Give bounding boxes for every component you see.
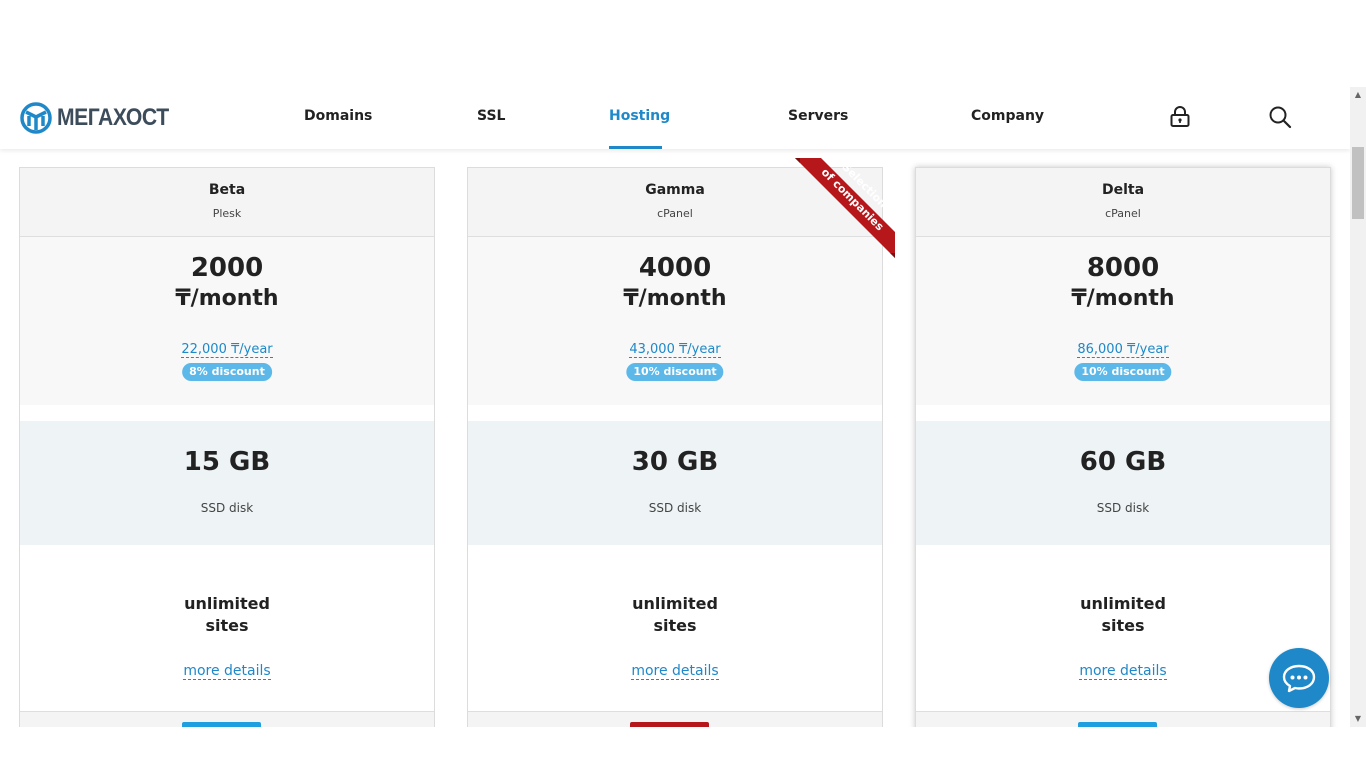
- plan-footer: [916, 711, 1330, 727]
- sites-line-1: unlimited: [632, 594, 718, 613]
- order-button[interactable]: [630, 722, 709, 727]
- logo[interactable]: МЕГАХОСТ: [20, 101, 184, 135]
- plan-card-delta: Delta cPanel 8000 ₸/month 86,000 ₸/year …: [915, 167, 1331, 727]
- plan-price: 2000: [190, 253, 264, 283]
- plan-period: ₸/month: [623, 286, 727, 311]
- discount-badge: 10% discount: [626, 363, 724, 381]
- disk-block: 30 GB SSD disk: [468, 421, 882, 545]
- disk-block: 60 GB SSD disk: [916, 421, 1330, 545]
- discount-badge: 8% discount: [182, 363, 272, 381]
- sites-line-1: unlimited: [1080, 594, 1166, 613]
- nav-hosting[interactable]: Hosting: [609, 108, 670, 124]
- sites-info: unlimited sites: [916, 593, 1330, 637]
- scroll-up-arrow-icon[interactable]: ▲: [1350, 87, 1366, 103]
- price-block: 2000 ₸/month 22,000 ₸/year 8% discount: [20, 237, 434, 405]
- nav-active-indicator: [609, 146, 662, 149]
- plan-price: 8000: [1086, 253, 1160, 283]
- disk-label: SSD disk: [200, 501, 254, 515]
- more-details-link[interactable]: more details: [631, 663, 719, 680]
- disk-size: 15 GB: [183, 447, 271, 477]
- site-header: МЕГАХОСТ Domains SSL Hosting Servers Com…: [0, 87, 1350, 149]
- chat-bubble-icon: [1282, 664, 1316, 693]
- sites-info: unlimited sites: [20, 593, 434, 637]
- plan-footer: [468, 711, 882, 727]
- yearly-price-link[interactable]: 43,000 ₸/year: [629, 342, 721, 358]
- plan-header: Beta Plesk: [20, 168, 434, 237]
- sites-line-1: unlimited: [184, 594, 270, 613]
- sites-line-2: sites: [1101, 616, 1145, 635]
- nav-domains[interactable]: Domains: [304, 108, 372, 124]
- lock-icon[interactable]: [1167, 104, 1193, 130]
- discount-badge: 10% discount: [1074, 363, 1172, 381]
- search-icon[interactable]: [1267, 104, 1293, 130]
- nav-servers[interactable]: Servers: [788, 108, 848, 124]
- plan-card-beta: Beta Plesk 2000 ₸/month 22,000 ₸/year 8%…: [19, 167, 435, 727]
- disk-block: 15 GB SSD disk: [20, 421, 434, 545]
- disk-label: SSD disk: [648, 501, 702, 515]
- plan-period: ₸/month: [175, 286, 279, 311]
- price-block: 8000 ₸/month 86,000 ₸/year 10% discount: [916, 237, 1330, 405]
- plan-name: Beta: [208, 182, 246, 198]
- sites-line-2: sites: [653, 616, 697, 635]
- order-button[interactable]: [1078, 722, 1157, 727]
- scroll-down-arrow-icon[interactable]: ▼: [1350, 711, 1366, 727]
- sites-line-2: sites: [205, 616, 249, 635]
- disk-size: 60 GB: [1079, 447, 1167, 477]
- nav-company[interactable]: Company: [971, 108, 1044, 124]
- price-block: 4000 ₸/month 43,000 ₸/year 10% discount: [468, 237, 882, 405]
- more-details-link[interactable]: more details: [1079, 663, 1167, 680]
- logo-icon: [20, 102, 52, 134]
- yearly-price-link[interactable]: 22,000 ₸/year: [181, 342, 273, 358]
- sites-info: unlimited sites: [468, 593, 882, 637]
- nav-ssl[interactable]: SSL: [477, 108, 505, 124]
- plan-header: Delta cPanel: [916, 168, 1330, 237]
- more-details-link[interactable]: more details: [183, 663, 271, 680]
- page-viewport: МЕГАХОСТ Domains SSL Hosting Servers Com…: [0, 87, 1350, 727]
- disk-label: SSD disk: [1096, 501, 1150, 515]
- disk-size: 30 GB: [631, 447, 719, 477]
- plan-period: ₸/month: [1071, 286, 1175, 311]
- vertical-scrollbar[interactable]: ▲ ▼: [1350, 87, 1366, 727]
- logo-text: МЕГАХОСТ: [57, 104, 169, 131]
- plan-footer: [20, 711, 434, 727]
- featured-ribbon: Selection of companies: [795, 158, 895, 258]
- scrollbar-thumb[interactable]: [1352, 147, 1364, 219]
- plan-control-panel: Plesk: [212, 207, 242, 220]
- yearly-price-link[interactable]: 86,000 ₸/year: [1077, 342, 1169, 358]
- order-button[interactable]: [182, 722, 261, 727]
- plan-control-panel: cPanel: [1105, 207, 1141, 220]
- chat-button[interactable]: [1269, 648, 1329, 708]
- plan-name: Delta: [1101, 182, 1145, 198]
